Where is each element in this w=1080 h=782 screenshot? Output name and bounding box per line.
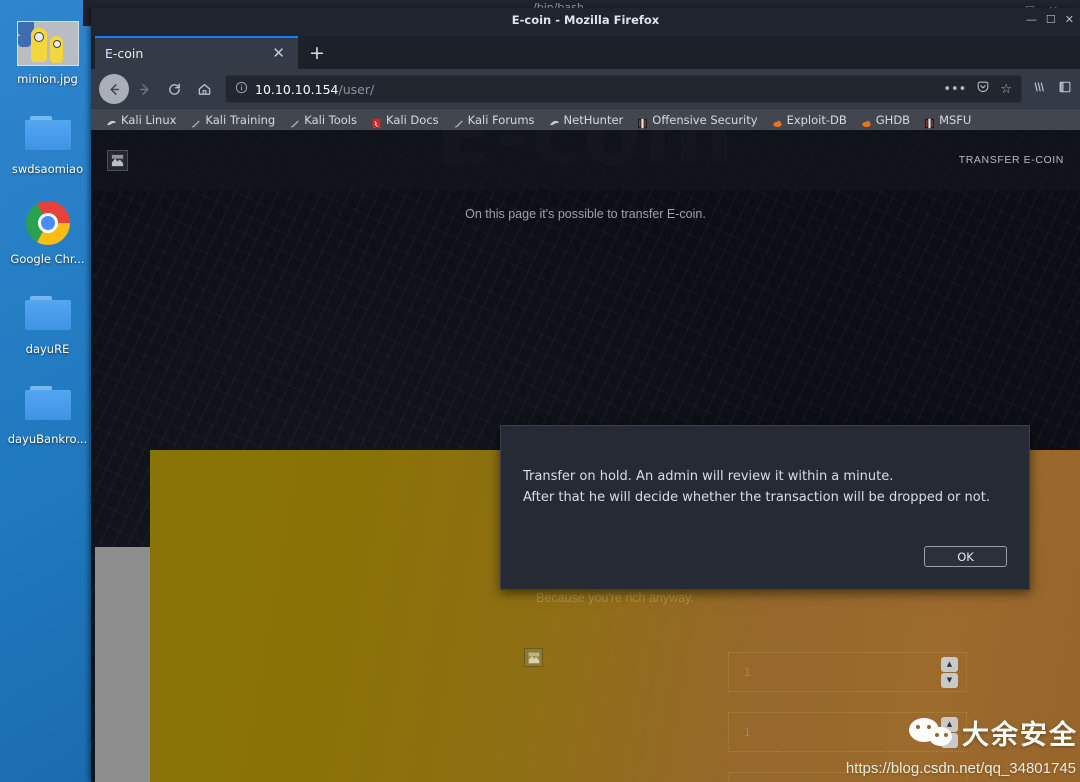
amount-value: 1 <box>744 665 751 679</box>
bookmark-msfu[interactable]: MSFU <box>917 112 978 129</box>
minimize-icon[interactable]: — <box>1026 13 1037 26</box>
desktop-icon-dayure[interactable]: dayuRE <box>0 284 95 357</box>
bookmark-label: Kali Tools <box>304 112 357 127</box>
firefox-titlebar[interactable]: E-coin - Mozilla Firefox — ☐ ✕ <box>91 8 1080 36</box>
new-tab-button[interactable]: + <box>298 36 336 69</box>
kali-dragon-icon <box>549 114 560 126</box>
forward-icon[interactable] <box>129 74 159 104</box>
chrome-icon <box>0 194 95 252</box>
address-bar-actions: ••• ☆ <box>943 80 1012 98</box>
account-value: 1 <box>744 725 751 739</box>
tab-strip: E-coin ✕ + <box>91 36 1080 69</box>
navigation-toolbar: 10.10.10.154/user/ ••• ☆ <box>91 69 1080 109</box>
form-tagline: Because you're rich anyway. <box>536 591 694 605</box>
kali-pen-icon <box>289 114 300 128</box>
desktop-icon-google-chrome[interactable]: Google Chr... <box>0 194 95 267</box>
nav-link-transfer-e-coin[interactable]: TRANSFER E-COIN <box>959 154 1064 166</box>
watermark-url: https://blog.csdn.net/qq_34801745 <box>845 760 1076 777</box>
window-controls[interactable]: — ☐ ✕ <box>1026 13 1074 26</box>
desktop-icon-swdsaomiao[interactable]: swdsaomiao <box>0 104 95 177</box>
reload-icon[interactable] <box>159 74 189 104</box>
info-circle-icon[interactable] <box>235 81 248 97</box>
kali-pen-icon <box>190 114 201 128</box>
site-navbar: TRANSFER E-COIN <box>91 130 1080 190</box>
desktop-icon-label: Google Chr... <box>10 252 85 266</box>
bookmark-kali-training[interactable]: Kali Training <box>183 112 282 128</box>
tab-label: E-coin <box>105 46 144 61</box>
kali-book-icon <box>371 114 382 129</box>
desktop-icon-label: minion.jpg <box>17 72 78 86</box>
bookmark-kali-tools[interactable]: Kali Tools <box>282 112 364 128</box>
watermark: 大余安全 <box>909 713 1078 752</box>
watermark-name: 大余安全 <box>962 720 1078 751</box>
home-icon[interactable] <box>189 74 219 104</box>
firefox-window: E-coin - Mozilla Firefox — ☐ ✕ E-coin ✕ … <box>91 8 1080 782</box>
pocket-icon[interactable] <box>976 80 990 98</box>
dialog-ok-button[interactable]: OK <box>924 546 1007 567</box>
folder-icon <box>0 284 95 342</box>
address-bar[interactable]: 10.10.10.154/user/ ••• ☆ <box>225 75 1022 103</box>
desktop-icon-label: swdsaomiao <box>11 162 84 176</box>
bookmark-kali-linux[interactable]: Kali Linux <box>99 113 183 127</box>
bookmark-label: GHDB <box>875 112 911 127</box>
tab-e-coin[interactable]: E-coin ✕ <box>95 36 298 69</box>
amount-input[interactable]: 1 ▲ ▼ <box>728 652 967 692</box>
sidebar-icon[interactable] <box>1058 80 1072 98</box>
dialog-message-line-1: Transfer on hold. An admin will review i… <box>523 469 894 484</box>
folder-icon <box>0 104 95 162</box>
url-path: /user/ <box>338 81 375 97</box>
bookmark-kali-forums[interactable]: Kali Forums <box>446 112 542 128</box>
desktop-icon-label: dayuRE <box>25 342 70 356</box>
amount-stepper[interactable]: ▲ ▼ <box>941 657 958 688</box>
kali-pen-icon <box>453 114 464 128</box>
desktop-icon-label: dayuBankro... <box>7 432 88 446</box>
kali-dragon-icon <box>106 114 117 126</box>
close-icon[interactable]: ✕ <box>269 46 288 61</box>
bookmark-label: NetHunter <box>563 112 624 127</box>
desktop-icon-list: minion.jpg swdsaomiao Google Chr... dayu… <box>0 0 95 782</box>
exploitdb-icon <box>861 114 872 127</box>
bookmarks-bar: Kali Linux Kali Training Kali Tools Kali… <box>91 109 1080 130</box>
dialog-message: Transfer on hold. An admin will review i… <box>501 426 1029 508</box>
web-page-content: E-coin TRANSFER E-COIN On this page it's… <box>91 130 1080 782</box>
bookmark-label: Exploit-DB <box>786 112 847 127</box>
maximize-icon[interactable]: ☐ <box>1046 13 1056 26</box>
window-title: E-coin - Mozilla Firefox <box>511 13 660 27</box>
bookmark-exploit-db[interactable]: Exploit-DB <box>765 113 854 127</box>
bookmark-ghdb[interactable]: GHDB <box>854 113 917 127</box>
dialog-message-line-2: After that he will decide whether the tr… <box>523 490 990 505</box>
library-icon[interactable] <box>1032 80 1047 98</box>
bookmark-star-icon[interactable]: ☆ <box>1000 82 1012 97</box>
exploitdb-icon <box>772 114 783 127</box>
bookmark-label: Kali Linux <box>121 112 177 127</box>
stepper-down-icon[interactable]: ▼ <box>941 673 958 688</box>
bookmark-kali-docs[interactable]: Kali Docs <box>364 112 446 129</box>
page-actions-icon[interactable]: ••• <box>943 82 966 97</box>
transfer-on-hold-dialog: Transfer on hold. An admin will review i… <box>500 425 1030 590</box>
page-subtitle: On this page it's possible to transfer E… <box>465 207 706 221</box>
bookmark-offensive-security[interactable]: Offensive Security <box>630 112 764 129</box>
bookmark-nethunter[interactable]: NetHunter <box>542 113 631 127</box>
url-text: 10.10.10.154/user/ <box>255 82 374 97</box>
bookmark-label: Kali Docs <box>386 112 439 127</box>
bookmark-label: Kali Forums <box>467 112 535 127</box>
bookmark-label: Offensive Security <box>652 112 758 127</box>
desktop-icon-dayubankro[interactable]: dayuBankro... <box>0 374 95 447</box>
broken-image-icon[interactable] <box>524 648 543 667</box>
desktop-icon-minion-jpg[interactable]: minion.jpg <box>0 14 95 87</box>
offsec-icon <box>637 114 648 129</box>
offsec-icon <box>924 114 935 129</box>
bookmark-label: Kali Training <box>205 112 276 127</box>
back-icon[interactable] <box>99 74 129 104</box>
wechat-icon <box>909 717 953 749</box>
broken-image-icon[interactable] <box>107 149 128 171</box>
stepper-up-icon[interactable]: ▲ <box>941 657 958 672</box>
folder-icon <box>0 374 95 432</box>
left-gutter-strip <box>95 547 150 782</box>
close-icon[interactable]: ✕ <box>1065 13 1074 26</box>
toolbar-right-icons <box>1032 80 1072 98</box>
url-host: 10.10.10.154 <box>255 81 339 97</box>
bookmark-label: MSFU <box>939 112 972 127</box>
image-thumbnail-icon <box>0 14 95 72</box>
